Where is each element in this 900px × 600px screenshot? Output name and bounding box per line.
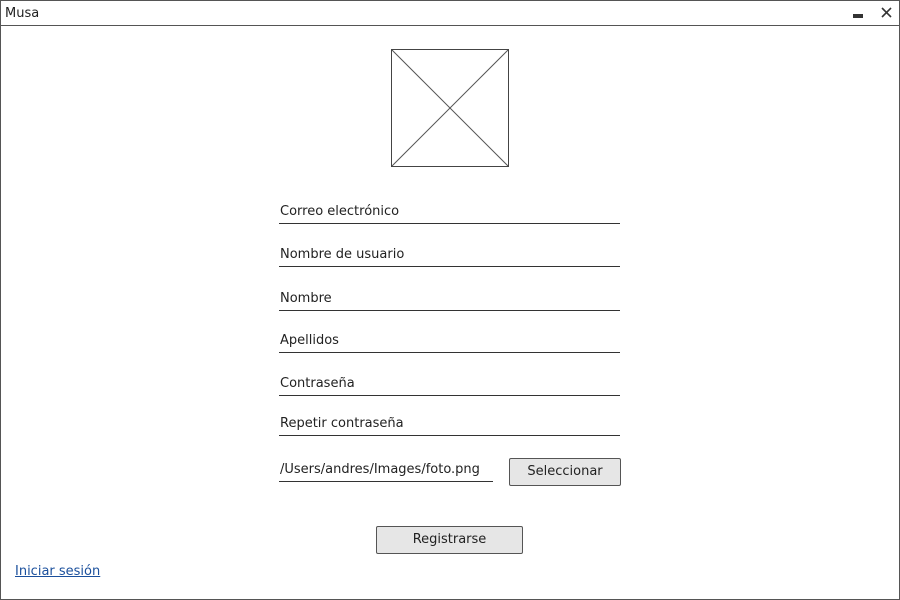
repeat-password-placeholder: Repetir contraseña: [280, 416, 404, 431]
login-link[interactable]: Iniciar sesión: [15, 564, 100, 580]
close-icon: [881, 7, 892, 18]
window-title: Musa: [5, 6, 40, 21]
logo-image: [391, 49, 509, 167]
username-field[interactable]: Nombre de usuario: [279, 242, 620, 267]
photo-path-value: /Users/andres/Images/foto.png: [280, 462, 480, 477]
lastname-field[interactable]: Apellidos: [279, 328, 620, 353]
select-file-button[interactable]: Seleccionar: [509, 458, 621, 486]
password-placeholder: Contraseña: [280, 376, 355, 391]
image-placeholder-icon: [392, 50, 508, 166]
repeat-password-field[interactable]: Repetir contraseña: [279, 411, 620, 436]
lastname-placeholder: Apellidos: [280, 333, 339, 348]
name-field[interactable]: Nombre: [279, 286, 620, 311]
minimize-button[interactable]: [849, 4, 867, 22]
register-button[interactable]: Registrarse: [376, 526, 523, 554]
photo-path-field[interactable]: /Users/andres/Images/foto.png: [279, 457, 493, 482]
close-button[interactable]: [878, 4, 896, 22]
password-field[interactable]: Contraseña: [279, 371, 620, 396]
title-bar: Musa: [1, 1, 899, 26]
minimize-icon: [853, 14, 863, 18]
email-placeholder: Correo electrónico: [280, 204, 400, 219]
username-placeholder: Nombre de usuario: [280, 247, 405, 262]
email-field[interactable]: Correo electrónico: [279, 199, 620, 224]
name-placeholder: Nombre: [280, 291, 332, 306]
